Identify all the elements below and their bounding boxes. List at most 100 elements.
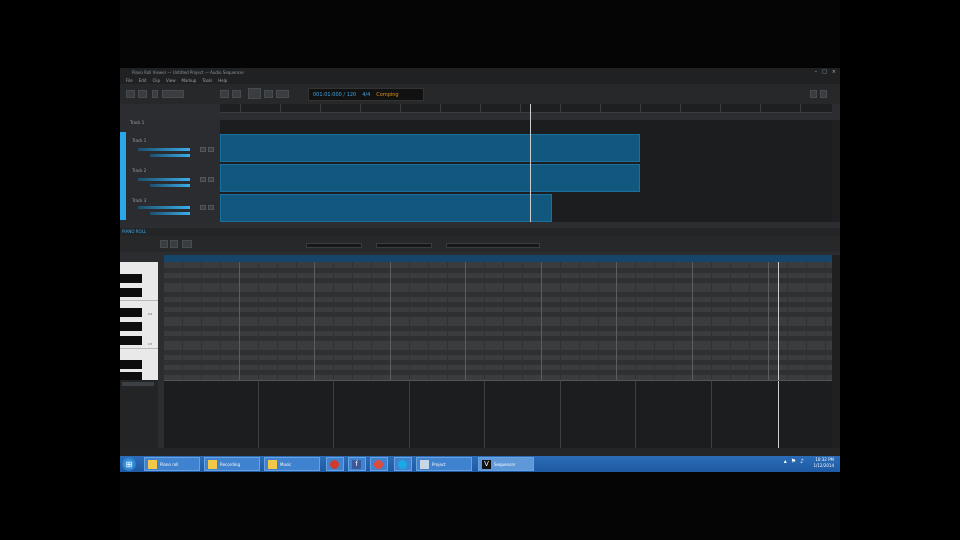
track-name: Track 1 [132, 138, 147, 143]
taskbar-item[interactable] [326, 457, 344, 471]
maximize-button[interactable]: □ [822, 69, 827, 75]
menu-view[interactable]: View [166, 78, 176, 83]
piano-roll-tab[interactable]: PIANO ROLL [122, 229, 146, 234]
rewind-button[interactable] [220, 90, 229, 98]
pan-slider[interactable] [150, 212, 190, 215]
facebook-icon: f [352, 459, 361, 469]
midi-clip[interactable] [220, 164, 640, 192]
black-key[interactable] [120, 308, 142, 317]
smart-tool-button[interactable] [126, 90, 135, 98]
timeline-ruler[interactable] [220, 104, 832, 113]
menu-markup[interactable]: Markup [182, 78, 197, 83]
taskbar-item-active[interactable]: V Sequencer [478, 457, 534, 471]
menu-bar: File Edit Clip View Markup Tools Help [120, 76, 840, 84]
taskbar-item[interactable] [370, 457, 388, 471]
velocity-lane[interactable] [164, 380, 832, 449]
solo-button[interactable] [208, 147, 214, 152]
key-label: C3 [148, 342, 153, 346]
midi-clip[interactable] [220, 194, 552, 222]
horizontal-scrollbar[interactable] [120, 448, 840, 456]
windows-taskbar: ⊞ Piano roll Recording Music f Project V… [120, 456, 840, 472]
volume-icon[interactable]: ♪ [800, 458, 804, 465]
piano-roll-ruler[interactable] [164, 255, 832, 262]
black-key[interactable] [120, 372, 142, 380]
solo-button[interactable] [208, 177, 214, 182]
title-bar: Piano Roll Viewer — Untitled Project — A… [120, 68, 840, 76]
taskbar-item[interactable]: f [348, 457, 366, 471]
track-header-label: Track 1 [130, 120, 145, 125]
taskbar-item[interactable]: Project [416, 457, 472, 471]
mute-button[interactable] [200, 205, 206, 210]
track-name: Track 3 [132, 198, 147, 203]
pr-field-1[interactable] [306, 243, 362, 248]
taskbar-label: Project [432, 461, 446, 467]
black-key[interactable] [120, 336, 142, 345]
taskbar-item[interactable]: Piano roll [144, 457, 200, 471]
window-title: Piano Roll Viewer — Untitled Project — A… [132, 69, 245, 75]
piano-roll-toolbar [120, 236, 840, 252]
record-button[interactable] [248, 88, 261, 99]
volume-slider[interactable] [138, 178, 190, 181]
mute-button[interactable] [200, 147, 206, 152]
midi-clip[interactable] [220, 134, 640, 162]
panel-toggle-button[interactable] [810, 90, 817, 98]
black-key[interactable] [120, 322, 142, 331]
loop-button[interactable] [264, 90, 273, 98]
windows-start-button[interactable]: ⊞ [122, 457, 136, 471]
system-clock[interactable]: 10:32 PM 1/12/2014 [813, 457, 834, 469]
black-key[interactable] [120, 274, 142, 283]
track-headers: Track 1 Track 1 Track 2 Track 3 [120, 118, 220, 222]
menu-help[interactable]: Help [218, 78, 227, 83]
pr-field-3[interactable] [446, 243, 540, 248]
main-toolbar: 001:01:000 / 120 4/4 Comping [120, 84, 840, 104]
taskbar-item[interactable]: Music [264, 457, 320, 471]
opera-icon [330, 459, 339, 469]
piano-roll-scrollbar[interactable] [832, 255, 840, 448]
snap-value-field[interactable] [162, 90, 184, 98]
network-icon[interactable]: ▴ [784, 458, 787, 465]
pr-field-2[interactable] [376, 243, 432, 248]
clock-date: 1/12/2014 [813, 463, 834, 468]
menu-tools[interactable]: Tools [202, 78, 212, 83]
close-button[interactable]: × [832, 69, 836, 75]
pan-slider[interactable] [150, 184, 190, 187]
black-key[interactable] [120, 360, 142, 369]
options-button[interactable] [820, 90, 827, 98]
track-lanes[interactable] [220, 104, 832, 222]
pr-snap-button[interactable] [182, 240, 192, 248]
taskbar-item[interactable] [394, 457, 412, 471]
menu-clip[interactable]: Clip [152, 78, 160, 83]
mute-button[interactable] [200, 177, 206, 182]
minimize-button[interactable]: – [815, 69, 818, 75]
velocity-lane-header [120, 380, 158, 448]
tracks-scrollbar[interactable] [832, 120, 840, 222]
pr-draw-tool[interactable] [170, 240, 178, 248]
taskbar-item[interactable]: Recording [204, 457, 260, 471]
menu-edit[interactable]: Edit [139, 78, 147, 83]
select-tool-button[interactable] [138, 90, 147, 98]
track-name: Track 2 [132, 168, 147, 173]
menu-file[interactable]: File [126, 78, 133, 83]
piano-roll-grid[interactable] [164, 262, 832, 380]
piano-roll-tab-bar: PIANO ROLL [120, 228, 840, 236]
volume-slider[interactable] [138, 206, 190, 209]
snap-button[interactable] [152, 90, 158, 98]
metronome-button[interactable] [276, 90, 289, 98]
explorer-icon [148, 459, 157, 469]
playhead[interactable] [530, 104, 531, 222]
play-button[interactable] [232, 90, 241, 98]
black-key[interactable] [120, 288, 142, 297]
piano-roll-playhead[interactable] [778, 262, 779, 380]
piano-keyboard[interactable]: C4 C3 [120, 262, 158, 380]
chrome-icon [374, 459, 383, 469]
transport-display: 001:01:000 / 120 4/4 Comping [308, 88, 424, 101]
velocity-lane-selector[interactable] [122, 382, 154, 386]
volume-slider[interactable] [138, 148, 190, 151]
pr-select-tool[interactable] [160, 240, 168, 248]
solo-button[interactable] [208, 205, 214, 210]
key-label: C4 [148, 312, 153, 316]
pan-slider[interactable] [150, 154, 190, 157]
flag-icon[interactable]: ⚑ [791, 458, 796, 465]
meter-readout: 4/4 [362, 91, 371, 98]
daw-window: Piano Roll Viewer — Untitled Project — A… [120, 68, 840, 456]
